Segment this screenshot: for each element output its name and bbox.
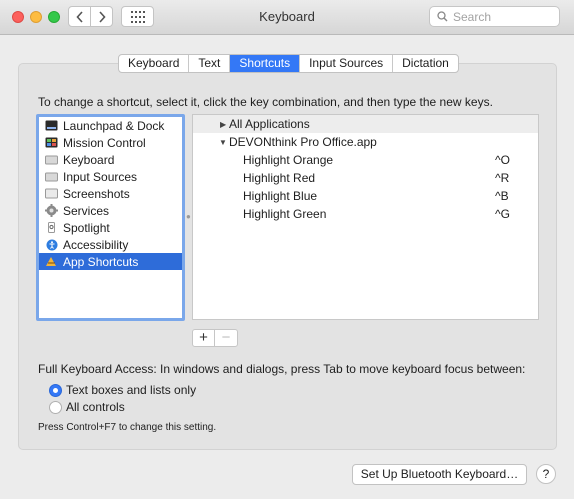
search-field[interactable] xyxy=(429,6,560,27)
radio-label: Text boxes and lists only xyxy=(66,383,197,397)
spotlight-icon xyxy=(45,222,58,233)
radio-all-controls[interactable]: All controls xyxy=(49,400,125,414)
sidebar-item-launchpad-dock[interactable]: Launchpad & Dock xyxy=(39,117,182,134)
sidebar-item-label: Input Sources xyxy=(63,169,138,184)
sidebar-item-label: Screenshots xyxy=(63,186,130,201)
sidebar-item-label: Accessibility xyxy=(63,237,129,252)
shortcut-key[interactable]: ^G xyxy=(495,207,510,221)
keyboard-access-note: Press Control+F7 to change this setting. xyxy=(38,422,217,433)
sidebar-item-services[interactable]: Services xyxy=(39,202,182,219)
setup-bluetooth-keyboard-button[interactable]: Set Up Bluetooth Keyboard… xyxy=(352,464,527,485)
shortcut-group-label: DEVONthink Pro Office.app xyxy=(229,135,377,149)
sidebar-item-keyboard[interactable]: Keyboard xyxy=(39,151,182,168)
tab-bar: Keyboard Text Shortcuts Input Sources Di… xyxy=(118,54,459,73)
grid-icon xyxy=(130,10,145,23)
tab-input-sources[interactable]: Input Sources xyxy=(300,55,394,72)
show-all-button[interactable] xyxy=(121,6,154,27)
shortcut-key[interactable]: ^B xyxy=(495,189,509,203)
sidebar-item-input-sources[interactable]: Input Sources xyxy=(39,168,182,185)
radio-selected-icon[interactable] xyxy=(49,383,62,397)
sidebar-item-screenshots[interactable]: Screenshots xyxy=(39,185,182,202)
radio-label: All controls xyxy=(66,400,125,414)
sidebar-item-label: Spotlight xyxy=(63,220,110,235)
sidebar-item-accessibility[interactable]: Accessibility xyxy=(39,236,182,253)
sidebar-item-label: Launchpad & Dock xyxy=(63,118,165,133)
shortcut-row[interactable]: Highlight Red ^R xyxy=(193,169,538,187)
shortcut-row[interactable]: Highlight Green ^G xyxy=(193,205,538,223)
zoom-button[interactable] xyxy=(48,11,60,23)
shortcut-row[interactable]: Highlight Orange ^O xyxy=(193,151,538,169)
add-shortcut-button[interactable]: + xyxy=(193,330,215,346)
sidebar-item-spotlight[interactable]: Spotlight xyxy=(39,219,182,236)
mission-control-icon xyxy=(45,137,58,148)
sidebar-item-label: Services xyxy=(63,203,110,218)
chevron-left-icon xyxy=(75,10,83,23)
screenshot-icon xyxy=(45,188,58,199)
shortcut-label: Highlight Orange xyxy=(243,153,334,167)
input-sources-icon xyxy=(45,171,58,182)
sidebar-item-app-shortcuts[interactable]: App Shortcuts xyxy=(39,253,182,270)
search-input[interactable] xyxy=(453,9,553,24)
add-remove-control: + − xyxy=(192,329,238,347)
keyboard-icon xyxy=(45,154,58,165)
gear-icon xyxy=(45,204,58,217)
app-shortcuts-icon xyxy=(45,256,58,267)
tab-keyboard[interactable]: Keyboard xyxy=(119,55,190,72)
sidebar-item-label: Keyboard xyxy=(63,152,115,167)
remove-shortcut-button[interactable]: − xyxy=(215,330,237,346)
disclosure-open-icon[interactable]: ▼ xyxy=(219,138,227,147)
instructions-text: To change a shortcut, select it, click t… xyxy=(38,95,493,109)
shortcut-row[interactable]: Highlight Blue ^B xyxy=(193,187,538,205)
back-button[interactable] xyxy=(68,6,91,27)
shortcut-key[interactable]: ^R xyxy=(495,171,509,185)
close-button[interactable] xyxy=(12,11,24,23)
split-view-handle[interactable]: ● xyxy=(186,212,191,221)
disclosure-closed-icon[interactable]: ▶ xyxy=(220,120,226,129)
shortcuts-list[interactable]: ▶ All Applications ▼ DEVONthink Pro Offi… xyxy=(192,114,539,320)
accessibility-icon xyxy=(45,239,58,250)
sidebar-item-label: Mission Control xyxy=(63,135,146,150)
sidebar-item-label: App Shortcuts xyxy=(63,254,139,269)
shortcut-group-label: All Applications xyxy=(229,117,310,131)
shortcut-label: Highlight Blue xyxy=(243,189,318,203)
launchpad-icon xyxy=(45,120,58,131)
shortcut-label: Highlight Red xyxy=(243,171,316,185)
help-button[interactable]: ? xyxy=(536,464,556,484)
search-icon xyxy=(437,11,448,22)
minimize-button[interactable] xyxy=(30,11,42,23)
radio-text-boxes-lists[interactable]: Text boxes and lists only xyxy=(49,383,196,397)
radio-unselected-icon[interactable] xyxy=(49,400,62,414)
shortcut-group-all-applications[interactable]: ▶ All Applications xyxy=(193,115,538,133)
tab-text[interactable]: Text xyxy=(189,55,231,72)
title-bar: Keyboard xyxy=(0,0,574,35)
forward-button[interactable] xyxy=(90,6,113,27)
shortcut-category-list[interactable]: Launchpad & Dock Mission Control Keyboar… xyxy=(36,114,185,321)
sidebar-item-mission-control[interactable]: Mission Control xyxy=(39,134,182,151)
chevron-right-icon xyxy=(98,10,106,23)
tab-dictation[interactable]: Dictation xyxy=(393,55,458,72)
keyboard-access-label: Full Keyboard Access: In windows and dia… xyxy=(38,362,526,376)
tab-shortcuts[interactable]: Shortcuts xyxy=(230,55,301,72)
shortcut-label: Highlight Green xyxy=(243,207,327,221)
shortcut-group-devonthink[interactable]: ▼ DEVONthink Pro Office.app xyxy=(193,133,538,151)
shortcut-key[interactable]: ^O xyxy=(495,153,510,167)
